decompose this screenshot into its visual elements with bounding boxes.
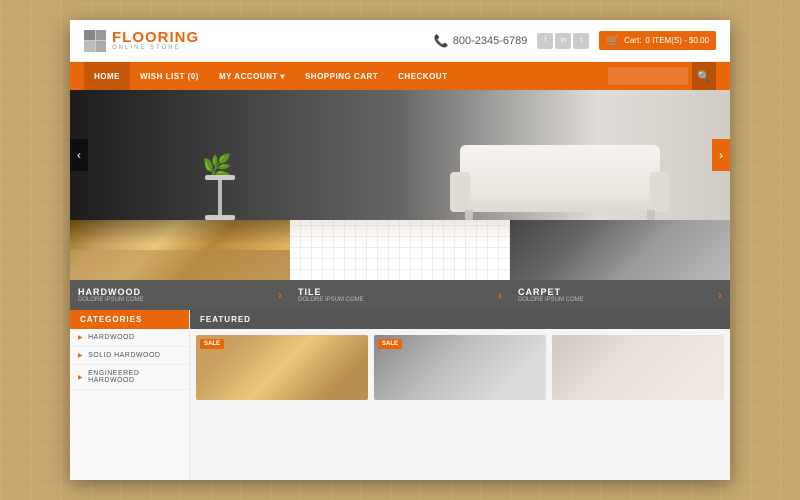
sidebar: CATEGORIES ▶ HARDWOOD ▶ SOLID HARDWOOD ▶…	[70, 310, 190, 480]
carpet-arrow: ›	[718, 288, 722, 302]
featured-item-1[interactable]: Sale	[196, 335, 368, 400]
hero-next-button[interactable]: ›	[712, 139, 730, 171]
search-input[interactable]	[608, 67, 688, 85]
cart-label: Cart:	[624, 36, 641, 45]
sidebar-item-hardwood[interactable]: ▶ HARDWOOD	[70, 329, 189, 347]
sale-badge-2: Sale	[378, 339, 402, 349]
sofa-leg-right	[647, 210, 655, 220]
hardwood-overlay: HARDWOOD DOLORE IPSUM COME ›	[70, 280, 290, 310]
table-stem	[218, 180, 222, 215]
sidebar-label-engineered: ENGINEERED HARDWOOD	[88, 370, 181, 384]
featured-header: FEATURED	[190, 310, 730, 329]
nav-home[interactable]: HOME	[84, 62, 130, 90]
tile-sub: DOLORE IPSUM COME	[298, 297, 364, 303]
site-header: FLOORING ONLINE STORE 📞 800-2345-6789 f …	[70, 20, 730, 62]
hardwood-image	[70, 220, 290, 280]
carpet-image	[510, 220, 730, 280]
nav-cart[interactable]: SHOPPING CART	[295, 62, 388, 90]
category-row: HARDWOOD DOLORE IPSUM COME › TILE DOLORE…	[70, 220, 730, 310]
sidebar-label-hardwood: HARDWOOD	[88, 334, 134, 341]
bottom-section: CATEGORIES ▶ HARDWOOD ▶ SOLID HARDWOOD ▶…	[70, 310, 730, 480]
cart-button[interactable]: 🛒 Cart: 0 ITEM(S) - $0.00	[599, 31, 716, 50]
sofa-leg-left	[465, 210, 473, 220]
nav-wishlist[interactable]: WISH LIST (0)	[130, 62, 209, 90]
logo-icon	[84, 30, 106, 52]
search-icon: 🔍	[697, 70, 711, 83]
logo-text: FLOORING	[112, 30, 199, 45]
category-tile[interactable]: TILE DOLORE IPSUM COME ›	[290, 220, 510, 310]
hardwood-sub: DOLORE IPSUM COME	[78, 297, 144, 303]
tile-arrow: ›	[498, 288, 502, 302]
website-container: FLOORING ONLINE STORE 📞 800-2345-6789 f …	[70, 20, 730, 480]
bullet-icon: ▶	[78, 334, 83, 341]
header-right: 📞 800-2345-6789 f in t 🛒 Cart: 0 ITEM(S)…	[434, 31, 716, 50]
social-icons: f in t	[537, 33, 589, 49]
sale-badge-1: Sale	[200, 339, 224, 349]
tile-text: TILE DOLORE IPSUM COME	[298, 287, 364, 303]
sofa-seat	[455, 190, 665, 212]
nav-bar: HOME WISH LIST (0) MY ACCOUNT ▾ SHOPPING…	[70, 62, 730, 90]
hardwood-arrow: ›	[278, 288, 282, 302]
bullet-icon: ▶	[78, 352, 83, 359]
hero-prev-button[interactable]: ‹	[70, 139, 88, 171]
logo-sub: ONLINE STORE	[112, 45, 199, 51]
logo-accent: ING	[170, 29, 200, 46]
twitter-button[interactable]: t	[573, 33, 589, 49]
bullet-icon: ▶	[78, 374, 83, 381]
sofa-arm-right	[650, 172, 670, 212]
nav-myaccount[interactable]: MY ACCOUNT ▾	[209, 62, 295, 90]
sofa-arm-left	[450, 172, 470, 212]
category-hardwood[interactable]: HARDWOOD DOLORE IPSUM COME ›	[70, 220, 290, 310]
categories-header: CATEGORIES	[70, 310, 189, 329]
cart-items: 0 ITEM(S) - $0.00	[645, 36, 709, 45]
category-carpet[interactable]: CARPET DOLORE IPSUM COME ›	[510, 220, 730, 310]
sidebar-label-solid: SOLID HARDWOOD	[88, 352, 160, 359]
logo-text-area: FLOORING ONLINE STORE	[112, 30, 199, 51]
tile-title: TILE	[298, 287, 364, 297]
phone-area: 📞 800-2345-6789	[434, 34, 528, 48]
sidebar-item-solid[interactable]: ▶ SOLID HARDWOOD	[70, 347, 189, 365]
hardwood-title: HARDWOOD	[78, 287, 144, 297]
hardwood-text: HARDWOOD DOLORE IPSUM COME	[78, 287, 144, 303]
tile-image	[290, 220, 510, 280]
tile-overlay: TILE DOLORE IPSUM COME ›	[290, 280, 510, 310]
featured-item-2[interactable]: Sale	[374, 335, 546, 400]
facebook-button[interactable]: f	[537, 33, 553, 49]
main-content: FEATURED Sale Sale	[190, 310, 730, 480]
carpet-text: CARPET DOLORE IPSUM COME	[518, 287, 584, 303]
phone-number: 800-2345-6789	[453, 35, 528, 47]
carpet-sub: DOLORE IPSUM COME	[518, 297, 584, 303]
nav-checkout[interactable]: CHECKOUT	[388, 62, 457, 90]
carpet-overlay: CARPET DOLORE IPSUM COME ›	[510, 280, 730, 310]
cart-icon: 🛒	[606, 34, 620, 47]
plant-table	[205, 175, 235, 220]
carpet-title: CARPET	[518, 287, 584, 297]
search-button[interactable]: 🔍	[692, 62, 716, 90]
logo-first: FLOOR	[112, 29, 170, 46]
hero-slider: 🌿 ‹ ›	[70, 90, 730, 220]
logo-area: FLOORING ONLINE STORE	[84, 30, 199, 52]
linkedin-button[interactable]: in	[555, 33, 571, 49]
featured-item-3[interactable]	[552, 335, 724, 400]
featured-grid: Sale Sale	[190, 329, 730, 406]
plant-decoration: 🌿	[200, 140, 240, 220]
phone-icon: 📞	[434, 34, 449, 48]
sofa-decoration	[450, 130, 670, 220]
sidebar-item-engineered[interactable]: ▶ ENGINEERED HARDWOOD	[70, 365, 189, 390]
